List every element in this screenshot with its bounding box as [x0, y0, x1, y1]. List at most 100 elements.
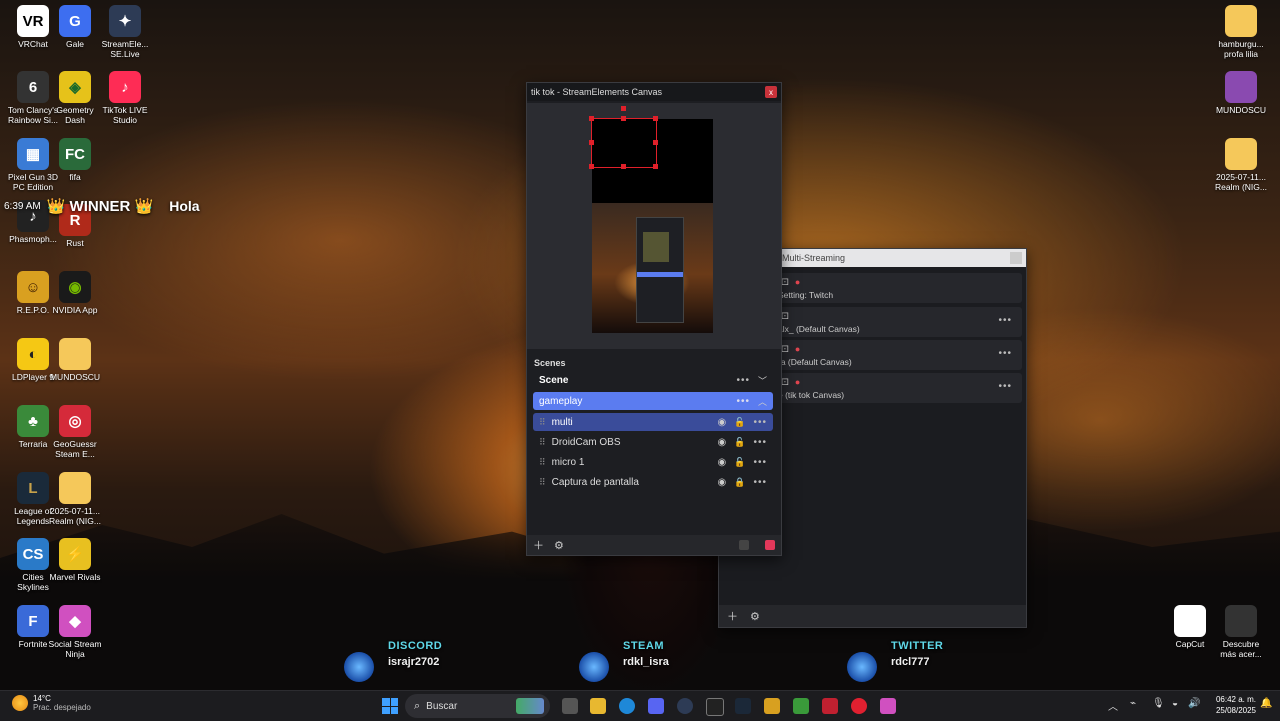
eye-icon[interactable]: ◉ [718, 477, 727, 488]
resize-handle[interactable] [621, 116, 626, 121]
system-clock[interactable]: 06:42 a. m. 25/08/2025 [1210, 694, 1256, 716]
weather-widget[interactable]: 14°C Prac. despejado [12, 694, 91, 712]
desktop-icon[interactable]: ♪ TikTok LIVE Studio [92, 71, 158, 125]
source-item[interactable]: ⠿ DroidCam OBS ◉ 🔓 ••• [533, 433, 773, 451]
more-options-icon[interactable]: ••• [753, 477, 767, 488]
canvas-preview[interactable] [527, 103, 781, 349]
eye-icon[interactable]: ◉ [718, 417, 727, 428]
multistream-close-button[interactable] [1010, 252, 1022, 264]
add-icon[interactable]: ＋ [533, 537, 544, 553]
more-options-icon[interactable]: ••• [998, 315, 1012, 326]
unlock-icon[interactable]: 🔓 [734, 437, 745, 448]
stream-target-row[interactable]: ⚀ alx_ (Default Canvas) ••• [775, 307, 1022, 337]
volume-icon[interactable]: 🔊 [1188, 698, 1200, 709]
chevron-down-icon[interactable]: ﹀ [758, 374, 767, 387]
notification-bell-icon[interactable]: 🔔 [1260, 698, 1272, 709]
drag-handle-icon[interactable]: ⠿ [539, 437, 546, 448]
more-options-icon[interactable]: ••• [753, 417, 767, 428]
stream-target-name: ra (Default Canvas) [778, 357, 852, 367]
file-explorer-icon[interactable] [590, 698, 606, 714]
source-item-selected[interactable]: ⠿ multi ◉ 🔓 ••• [533, 413, 773, 431]
streamelements-taskbar-icon[interactable] [677, 698, 693, 714]
desktop-icon[interactable]: MUNDOSCU [1208, 71, 1274, 115]
scene-item-active[interactable]: gameplay ••• ︿ [533, 392, 773, 410]
resize-handle[interactable] [653, 116, 658, 121]
eye-icon[interactable]: ◉ [718, 437, 727, 448]
resize-handle[interactable] [653, 140, 658, 145]
more-options-icon[interactable]: ••• [753, 437, 767, 448]
more-options-icon[interactable]: ••• [998, 348, 1012, 359]
tiktok-live-icon: ♪ [109, 71, 141, 103]
resize-handle[interactable] [589, 116, 594, 121]
eye-icon[interactable]: ◉ [718, 457, 727, 468]
social-stream-icon[interactable] [880, 698, 896, 714]
desktop-icon[interactable]: 2025-07-11... Realm (NIG... [42, 472, 108, 526]
desktop-icon[interactable]: ⚡ Marvel Rivals [42, 538, 108, 582]
wifi-icon[interactable]: ◒ [1172, 698, 1178, 709]
social-handle: rdcl777 [891, 656, 930, 668]
stream-target-row[interactable]: ⚀ ● e (tik tok Canvas) ••• [775, 373, 1022, 403]
gear-icon[interactable]: ⚙ [750, 610, 760, 623]
stop-icon[interactable] [739, 540, 749, 550]
desktop-icon[interactable]: ◎ GeoGuessr Steam E... [42, 405, 108, 459]
desktop-icon[interactable]: hamburgu... profa lilia [1208, 5, 1274, 59]
search-highlight-icon [516, 698, 544, 714]
resize-handle[interactable] [589, 164, 594, 169]
resize-handle[interactable] [621, 164, 626, 169]
scene-item[interactable]: Scene ••• ﹀ [533, 371, 773, 389]
unlock-icon[interactable]: 🔓 [734, 457, 745, 468]
multistream-toolbar: ＋ ⚙ [719, 605, 1026, 627]
add-icon[interactable]: ＋ [727, 608, 738, 624]
stream-target-row[interactable]: ⚀ ● ra (Default Canvas) ••• [775, 340, 1022, 370]
more-options-icon[interactable]: ••• [736, 375, 750, 386]
rotate-handle[interactable] [621, 106, 626, 111]
windows-start-icon[interactable] [382, 698, 398, 714]
microphone-icon[interactable]: 🎙 [1152, 698, 1165, 709]
opera-icon[interactable] [851, 698, 867, 714]
chevron-up-icon[interactable]: ︿ [758, 395, 767, 408]
selection-box[interactable] [591, 118, 657, 168]
more-options-icon[interactable]: ••• [753, 457, 767, 468]
chat-overlay: 6:39 AM 👑 WINNER 👑 Hola [4, 197, 200, 215]
desktop-icon[interactable]: MUNDOSCU [42, 338, 108, 382]
drag-handle-icon[interactable]: ⠿ [539, 477, 546, 488]
source-item[interactable]: ⠿ micro 1 ◉ 🔓 ••• [533, 453, 773, 471]
record-button[interactable] [765, 540, 775, 550]
preview-screen-capture[interactable] [592, 203, 713, 333]
taskbar-search[interactable]: ⌕ Buscar [405, 694, 550, 718]
desktop-icon[interactable]: FC fifa [42, 138, 108, 182]
steam-icon[interactable] [735, 698, 751, 714]
desktop-icon[interactable]: Descubre más acer... [1208, 605, 1274, 659]
stream-target-row[interactable]: ⚀ ● Setting: Twitch [775, 273, 1022, 303]
rockstar-icon[interactable] [764, 698, 780, 714]
source-item[interactable]: ⠿ Captura de pantalla ◉ 🔒 ••• [533, 473, 773, 491]
lock-icon[interactable]: 🔒 [734, 477, 745, 488]
more-options-icon[interactable]: ••• [736, 396, 750, 407]
unlock-icon[interactable]: 🔓 [734, 417, 745, 428]
desktop-icon[interactable]: ◆ Social Stream Ninja [42, 605, 108, 659]
desktop-icon-label: 2025-07-11... Realm (NIG... [1215, 172, 1267, 192]
more-options-icon[interactable]: ••• [998, 381, 1012, 392]
resize-handle[interactable] [589, 140, 594, 145]
roblox-icon[interactable] [822, 698, 838, 714]
folder-icon [1225, 5, 1257, 37]
folder-icon [59, 338, 91, 370]
drag-handle-icon[interactable]: ⠿ [539, 417, 546, 428]
discord-icon[interactable] [648, 698, 664, 714]
task-view-icon[interactable] [562, 698, 578, 714]
chevron-up-icon[interactable]: ︿ [1108, 698, 1118, 713]
minecraft-icon[interactable] [793, 698, 809, 714]
desktop-icon[interactable]: 2025-07-11... Realm (NIG... [1208, 138, 1274, 192]
desktop-icon[interactable]: ✦ StreamEle... SE.Live [92, 5, 158, 59]
drag-handle-icon[interactable]: ⠿ [539, 457, 546, 468]
desktop-icon[interactable]: ◉ NVIDIA App [42, 271, 108, 315]
network-icon[interactable]: ⌁ [1130, 698, 1136, 709]
nvidia-icon: ◉ [59, 271, 91, 303]
canvas-titlebar[interactable]: tik tok - StreamElements Canvas x [527, 83, 781, 101]
gear-icon[interactable]: ⚙ [554, 539, 564, 552]
close-button[interactable]: x [765, 86, 777, 98]
epic-games-icon[interactable] [706, 698, 724, 716]
resize-handle[interactable] [653, 164, 658, 169]
social-twitter: TWITTER rdcl777 [891, 640, 943, 668]
edge-icon[interactable] [619, 698, 635, 714]
